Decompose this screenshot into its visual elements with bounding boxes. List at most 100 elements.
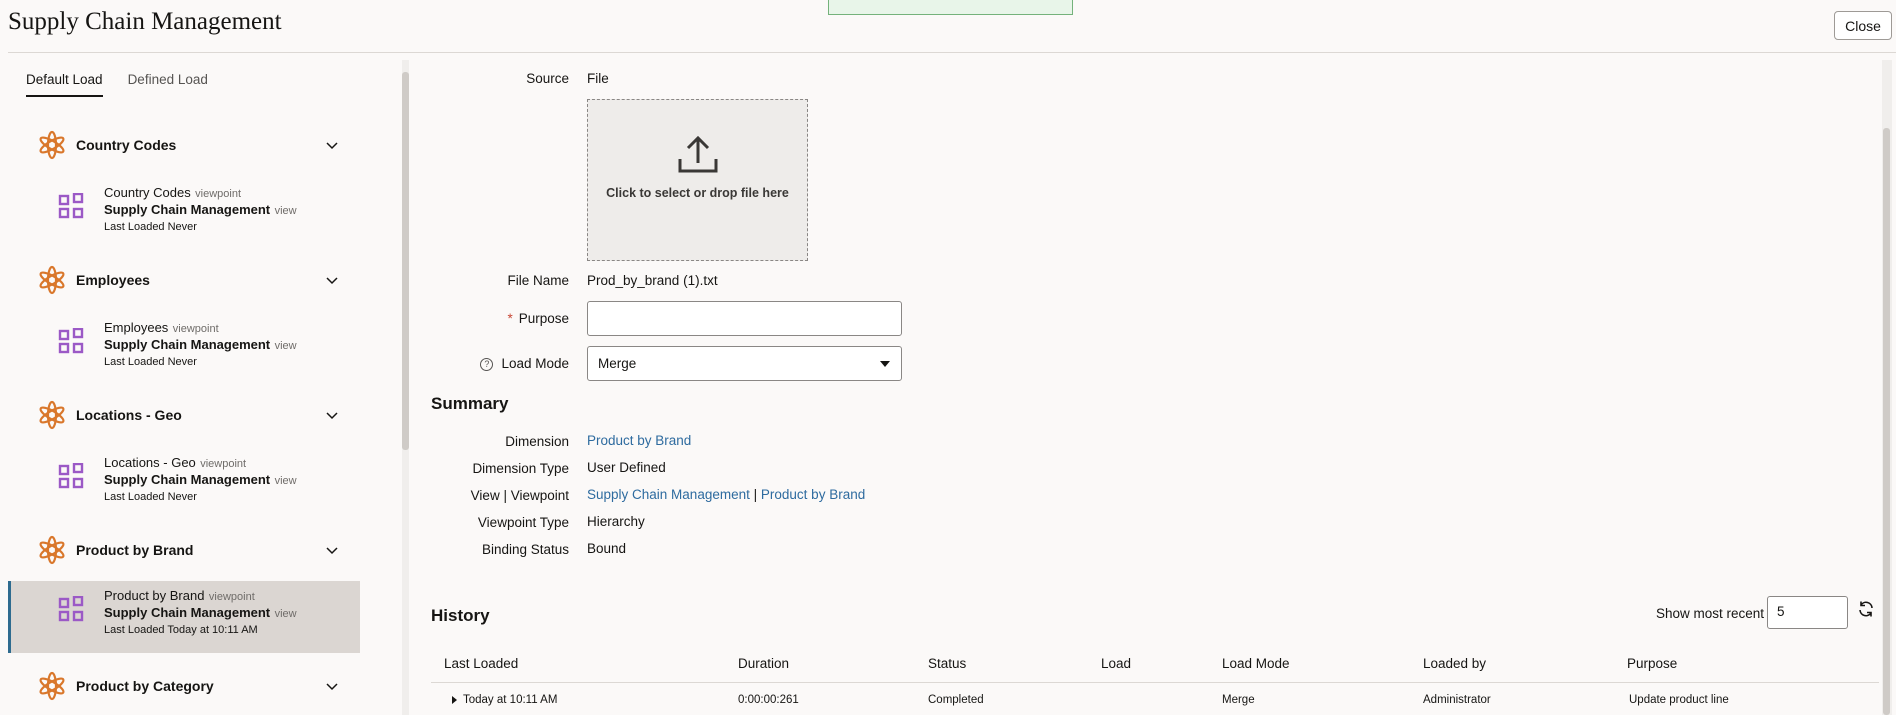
dimension-icon [39,671,65,701]
help-icon[interactable]: ? [480,357,494,371]
column-header-load-mode[interactable]: Load Mode [1222,656,1290,671]
viewpoint-type-label: Viewpoint Type [477,515,569,530]
success-toast [828,0,1073,15]
column-header-purpose[interactable]: Purpose [1627,656,1677,671]
viewpoint-icon [58,463,84,489]
upload-icon [678,135,718,173]
right-scrollbar-thumb[interactable] [1883,128,1890,715]
dimension-type-label: Dimension Type [472,461,569,476]
viewpoint-link[interactable]: Product by Brand [761,487,865,502]
close-button[interactable]: Close [1834,11,1892,40]
show-recent-label: Show most recent [1656,606,1765,621]
viewpoint-icon [58,328,84,354]
column-header-last-loaded[interactable]: Last Loaded [444,656,518,671]
group-header-locations-geo[interactable]: Locations - Geo [36,398,346,432]
required-indicator: * [507,311,513,326]
viewpoint-name: Country Codes [104,185,191,200]
chevron-down-icon[interactable] [324,272,340,288]
app-title: Supply Chain Management [8,8,282,35]
table-header-divider [431,682,1879,683]
dimension-type-value: User Defined [587,460,666,475]
group-label: Employees [76,272,150,288]
cell-load-mode: Merge [1222,694,1255,706]
view-name: Supply Chain Management [104,605,271,620]
dimension-icon [39,535,65,565]
dimension-link[interactable]: Product by Brand [587,433,691,448]
viewpoint-kind: viewpoint [208,591,255,603]
viewpoint-kind: viewpoint [172,323,219,335]
viewpoint-icon [58,193,84,219]
group-label: Product by Category [76,678,214,694]
view-kind: view [274,340,297,352]
view-name: Supply Chain Management [104,337,271,352]
load-mode-value: Merge [598,356,637,371]
viewpoint-item-locations-geo[interactable]: Locations - Geo viewpoint Supply Chain M… [8,448,360,520]
chevron-down-icon[interactable] [324,137,340,153]
show-recent-input[interactable]: 5 [1767,596,1848,629]
refresh-icon[interactable] [1857,600,1875,618]
viewpoint-name: Employees [104,320,169,335]
expand-row-icon[interactable] [452,695,457,704]
tab-default-load[interactable]: Default Load [26,72,103,97]
dimension-icon [39,130,65,160]
column-header-loaded-by[interactable]: Loaded by [1423,656,1486,671]
viewpoint-type-value: Hierarchy [587,514,645,529]
tab-defined-load[interactable]: Defined Load [128,72,208,97]
cell-purpose: Update product line [1629,694,1729,706]
viewpoint-item-country-codes[interactable]: Country Codes viewpoint Supply Chain Man… [8,178,360,250]
viewpoint-icon [58,596,84,622]
dimension-label: Dimension [505,434,569,449]
load-mode-select[interactable]: Merge [587,346,902,381]
header-divider [8,52,1896,53]
cell-last-loaded: Today at 10:11 AM [452,694,557,706]
binding-status-label: Binding Status [481,542,569,557]
view-viewpoint-value: Supply Chain Management | Product by Bra… [587,487,865,502]
viewpoint-kind: viewpoint [200,458,247,470]
purpose-label-text: Purpose [518,311,569,326]
load-mode-label: ? Load Mode [389,356,569,371]
file-dropzone[interactable]: Click to select or drop file here [587,99,808,261]
cell-loaded-by: Administrator [1423,694,1491,706]
binding-status-value: Bound [587,541,627,556]
column-header-duration[interactable]: Duration [738,656,789,671]
load-mode-label-text: Load Mode [501,356,569,371]
group-header-employees[interactable]: Employees [36,263,346,297]
history-title: History [431,606,490,625]
group-label: Country Codes [76,137,177,153]
dimension-icon [39,400,65,430]
viewpoint-item-product-by-brand[interactable]: Product by Brand viewpoint Supply Chain … [8,581,360,653]
dropdown-caret-icon [880,361,890,367]
viewpoint-name: Locations - Geo [104,455,196,470]
purpose-input[interactable] [587,301,902,336]
last-loaded: Last Loaded Never [104,221,197,233]
source-label: Source [526,71,569,86]
view-viewpoint-label: View | Viewpoint [470,488,569,503]
chevron-down-icon[interactable] [324,678,340,694]
last-loaded: Last Loaded Never [104,491,197,503]
file-name-label: File Name [507,273,569,288]
view-kind: view [274,205,297,217]
cell-status: Completed [928,694,984,706]
view-name: Supply Chain Management [104,202,271,217]
group-header-country-codes[interactable]: Country Codes [36,128,346,162]
view-viewpoint-separator: | [753,487,758,502]
view-kind: view [274,475,297,487]
load-list-panel: Default Load Defined Load Country Codes … [0,60,410,715]
group-header-product-by-category[interactable]: Product by Category [36,669,346,703]
chevron-down-icon[interactable] [324,542,340,558]
chevron-down-icon[interactable] [324,407,340,423]
left-scrollbar-thumb[interactable] [402,72,409,450]
last-loaded: Last Loaded Never [104,356,197,368]
viewpoint-item-employees[interactable]: Employees viewpoint Supply Chain Managem… [8,313,360,385]
group-header-product-by-brand[interactable]: Product by Brand [36,533,346,567]
last-loaded: Last Loaded Today at 10:11 AM [104,624,258,636]
view-link[interactable]: Supply Chain Management [587,487,750,502]
column-header-status[interactable]: Status [928,656,966,671]
view-name: Supply Chain Management [104,472,271,487]
cell-duration: 0:00:00:261 [738,694,799,706]
column-header-load[interactable]: Load [1101,656,1131,671]
view-kind: view [274,608,297,620]
file-name-value: Prod_by_brand (1).txt [587,273,718,288]
load-tabs: Default Load Defined Load [26,72,208,97]
dimension-icon [39,265,65,295]
